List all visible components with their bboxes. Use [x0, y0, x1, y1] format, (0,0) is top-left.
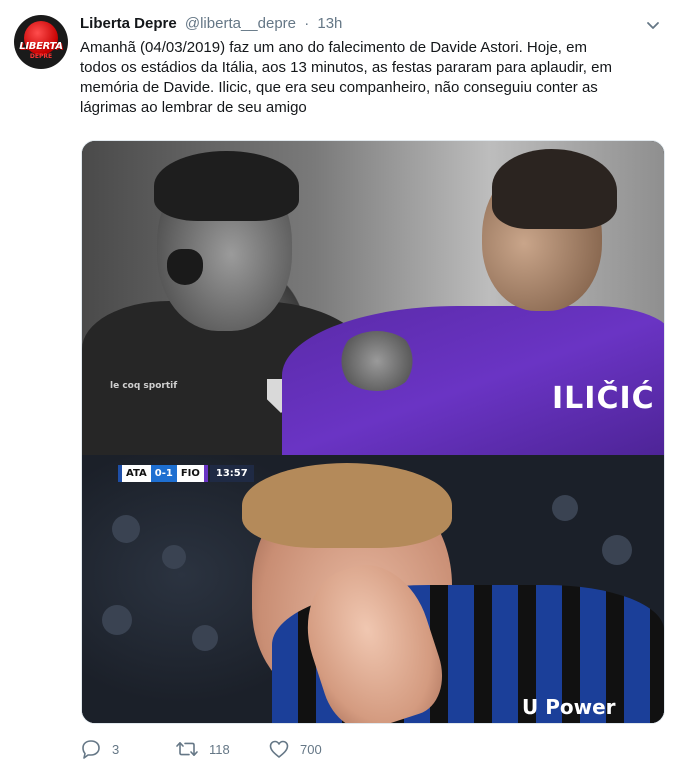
retweet-count: 118 — [209, 741, 230, 757]
tweet-text-line: Amanhã (04/03/2019) faz um ano do faleci… — [80, 39, 587, 56]
player-hair-right — [492, 149, 617, 229]
retweet-icon — [175, 739, 199, 759]
photo-ilicic-crying[interactable]: U Power ATA 0-1 FIO 13:57 — [82, 455, 664, 723]
crowd-shape — [102, 605, 132, 635]
tweet-header: Liberta Depre @liberta__depre · 13h — [80, 15, 342, 32]
heart-icon — [268, 739, 290, 759]
player-mouth-left — [167, 249, 203, 285]
reply-count: 3 — [112, 741, 120, 757]
display-name[interactable]: Liberta Depre — [80, 15, 177, 32]
avatar-logo-text: LIBERTA — [19, 41, 63, 52]
crowd-shape — [192, 625, 218, 651]
tweet-text: Amanhã (04/03/2019) faz um ano do faleci… — [80, 38, 665, 118]
scorebug-score: 0-1 — [150, 465, 177, 482]
crowd-shape — [552, 495, 578, 521]
shirt-name: ILIČIĆ — [552, 381, 655, 416]
tweet-text-line: lágrimas ao lembrar de seu amigo — [80, 99, 307, 116]
like-count: 700 — [300, 741, 322, 757]
tweet-text-line: memória de Davide. Ilicic, que era seu c… — [80, 79, 598, 96]
retweet-button[interactable]: 118 — [175, 738, 230, 760]
scorebug-clock: 13:57 — [209, 465, 254, 482]
timestamp[interactable]: 13h — [317, 15, 342, 32]
avatar-logo-sub: DEPRE — [29, 53, 53, 60]
reply-button[interactable]: 3 — [80, 738, 119, 760]
photo-astori-ilicic[interactable]: le coq sportif ILIČIĆ — [82, 141, 664, 461]
background-head — [337, 331, 417, 391]
scorebug-away: FIO — [176, 465, 208, 482]
scorebug-home: ATA — [118, 465, 151, 482]
separator-dot: · — [304, 15, 310, 32]
avatar[interactable]: LIBERTA DEPRE — [14, 15, 68, 69]
crowd-shape — [602, 535, 632, 565]
scorebug: ATA 0-1 FIO 13:57 — [118, 465, 254, 482]
tweet-text-line: todos os estádios da Itália, aos 13 minu… — [80, 59, 612, 76]
kit-sponsor-bottom: U Power — [522, 695, 616, 719]
user-handle[interactable]: @liberta__depre — [185, 15, 296, 32]
kit-sponsor: le coq sportif — [110, 381, 178, 391]
crowd-shape — [162, 545, 186, 569]
crowd-shape — [112, 515, 140, 543]
tweet[interactable]: LIBERTA DEPRE Liberta Depre @liberta__de… — [0, 0, 675, 768]
chevron-down-icon[interactable] — [645, 17, 661, 33]
tweet-media[interactable]: le coq sportif ILIČIĆ U Power ATA 0-1 FI… — [81, 140, 665, 724]
reply-icon — [80, 739, 102, 759]
player-hair-left — [154, 151, 299, 221]
like-button[interactable]: 700 — [268, 738, 322, 760]
player-hair-crying — [242, 463, 452, 548]
